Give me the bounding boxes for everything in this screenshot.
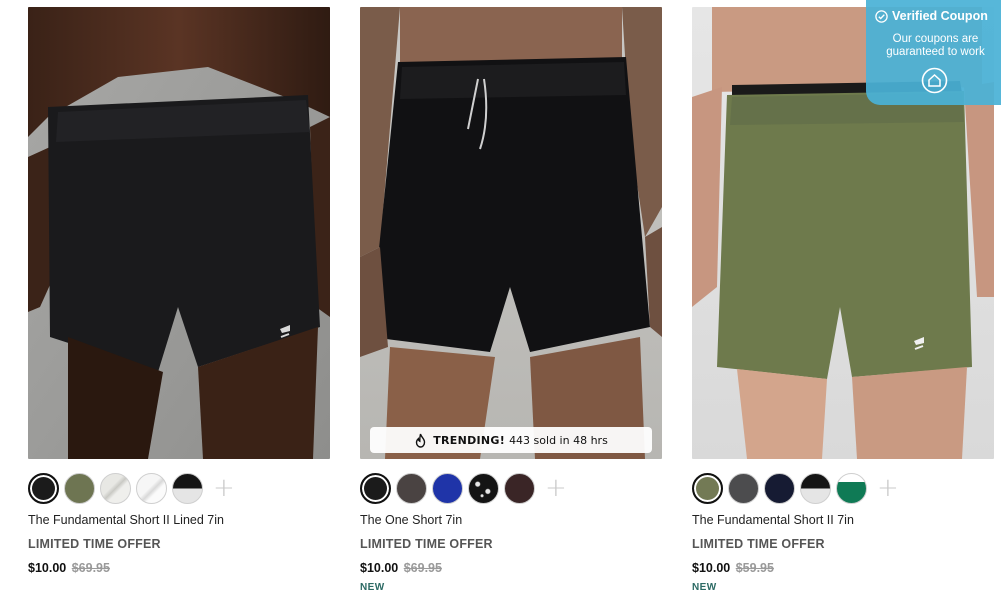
swatch-light-gray-pattern[interactable] bbox=[100, 472, 131, 504]
swatch-black[interactable] bbox=[28, 472, 59, 504]
price: $10.00 $69.95 bbox=[28, 561, 110, 575]
trending-label: TRENDING! bbox=[433, 433, 506, 447]
sale-price: $10.00 bbox=[692, 561, 731, 575]
swatch-black-white-pattern[interactable] bbox=[172, 472, 203, 504]
swatch-navy[interactable] bbox=[764, 472, 795, 504]
product-card[interactable]: + The Fundamental Short II Lined 7in LIM… bbox=[28, 7, 330, 575]
new-badge: NEW bbox=[692, 582, 717, 593]
price: $10.00 $69.95 bbox=[360, 561, 442, 575]
offer-label: LIMITED TIME OFFER bbox=[692, 537, 825, 551]
trending-text: 443 sold in 48 hrs bbox=[509, 433, 608, 447]
color-swatches: + bbox=[692, 472, 899, 504]
product-grid: + The Fundamental Short II Lined 7in LIM… bbox=[0, 0, 1001, 615]
sale-price: $10.00 bbox=[360, 561, 399, 575]
coupon-title: Verified Coupon bbox=[892, 9, 988, 23]
swatch-white-pattern[interactable] bbox=[136, 472, 167, 504]
plus-icon[interactable]: + bbox=[213, 475, 235, 501]
price: $10.00 $59.95 bbox=[692, 561, 774, 575]
swatch-olive[interactable] bbox=[64, 472, 95, 504]
product-name[interactable]: The Fundamental Short II 7in bbox=[692, 513, 854, 527]
original-price: $69.95 bbox=[71, 561, 110, 575]
coupon-subtitle: Our coupons are guaranteed to work bbox=[886, 33, 985, 58]
swatch-black-speckle[interactable] bbox=[468, 472, 499, 504]
flame-icon bbox=[415, 433, 426, 448]
check-circle-icon bbox=[875, 9, 888, 23]
offer-label: LIMITED TIME OFFER bbox=[360, 537, 493, 551]
new-badge: NEW bbox=[360, 582, 385, 593]
trending-banner: TRENDING! 443 sold in 48 hrs bbox=[370, 427, 652, 453]
swatch-royal-blue[interactable] bbox=[432, 472, 463, 504]
verified-coupon-widget[interactable]: Verified Coupon Our coupons are guarante… bbox=[866, 0, 1001, 105]
home-icon[interactable] bbox=[921, 67, 948, 94]
swatch-black-white-pattern[interactable] bbox=[800, 472, 831, 504]
original-price: $69.95 bbox=[403, 561, 442, 575]
swatch-olive[interactable] bbox=[692, 472, 723, 504]
swatch-green-white[interactable] bbox=[836, 472, 867, 504]
product-name[interactable]: The Fundamental Short II Lined 7in bbox=[28, 513, 224, 527]
plus-icon[interactable]: + bbox=[545, 475, 567, 501]
swatch-black[interactable] bbox=[360, 472, 391, 504]
sale-price: $10.00 bbox=[28, 561, 67, 575]
product-card[interactable]: TRENDING! 443 sold in 48 hrs + The One S… bbox=[360, 7, 662, 593]
swatch-charcoal-brown[interactable] bbox=[396, 472, 427, 504]
product-name[interactable]: The One Short 7in bbox=[360, 513, 462, 527]
swatch-charcoal[interactable] bbox=[728, 472, 759, 504]
product-image[interactable] bbox=[28, 7, 330, 459]
product-image[interactable]: TRENDING! 443 sold in 48 hrs bbox=[360, 7, 662, 459]
original-price: $59.95 bbox=[735, 561, 774, 575]
plus-icon[interactable]: + bbox=[877, 475, 899, 501]
color-swatches: + bbox=[360, 472, 567, 504]
color-swatches: + bbox=[28, 472, 235, 504]
swatch-dark-brown[interactable] bbox=[504, 472, 535, 504]
offer-label: LIMITED TIME OFFER bbox=[28, 537, 161, 551]
coupon-header: Verified Coupon bbox=[875, 9, 988, 23]
